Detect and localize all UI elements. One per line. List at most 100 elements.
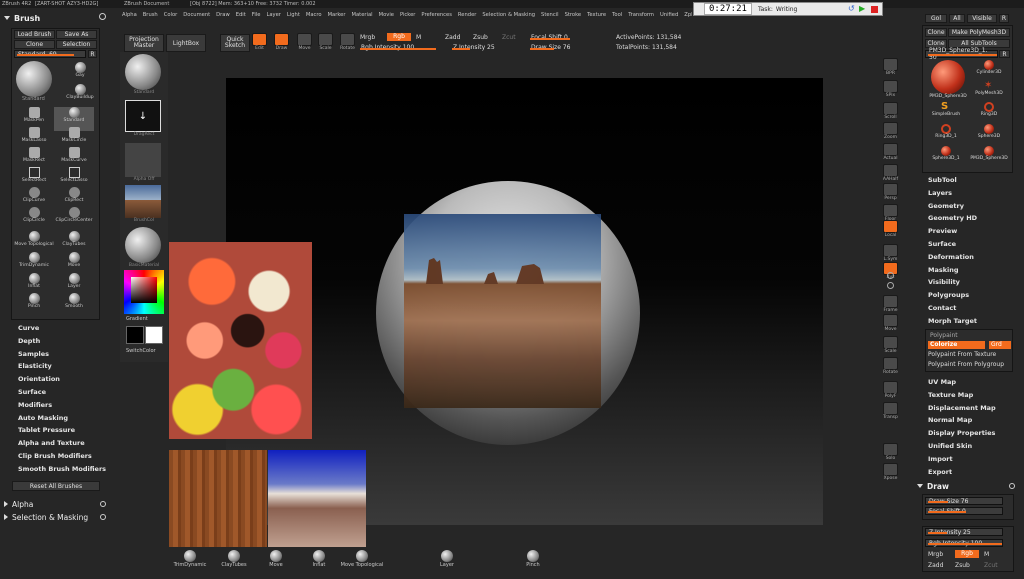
brush-section-item[interactable]: Alpha and Texture — [0, 437, 110, 450]
draw-size-slider[interactable]: Draw Size 76 — [528, 43, 608, 51]
shelf-button[interactable]: Actual — [881, 143, 900, 162]
wood-texture[interactable] — [169, 450, 267, 547]
tool-thumbnail[interactable]: Ring3D — [970, 102, 1008, 120]
switch-color-label[interactable]: SwitchColor — [126, 348, 156, 354]
alpha-palette-header[interactable]: Alpha — [0, 498, 110, 510]
tool-thumbnail[interactable]: Sphere3D — [970, 124, 1008, 142]
tool-section-item[interactable]: Geometry — [922, 200, 1013, 213]
header-toggle-button[interactable]: All — [949, 14, 965, 23]
polypaint-from-polygroup-button[interactable]: Polypaint From Polygroup — [928, 361, 1004, 368]
tray-texture[interactable]: BrushCol — [125, 185, 163, 225]
make-polymesh3d-button[interactable]: Make PolyMesh3D — [948, 28, 1010, 37]
menu-item[interactable]: Unified — [660, 12, 678, 22]
menu-item[interactable]: Light — [287, 12, 300, 22]
bottom-shelf-brush[interactable]: Inflat — [299, 550, 339, 574]
tray-material[interactable]: BasicMaterial — [125, 227, 163, 271]
gradient-sky-texture[interactable] — [268, 450, 366, 547]
tool-section-item[interactable]: Geometry HD — [922, 212, 1013, 225]
shelf-button[interactable]: Xpose — [881, 463, 900, 482]
zadd-palette-label[interactable]: Zadd — [928, 562, 943, 569]
header-toggle-button[interactable]: Gol — [925, 14, 947, 23]
bottom-shelf-brush[interactable]: Move Topological — [341, 550, 383, 574]
menu-item[interactable]: Tool — [612, 12, 622, 22]
shelf-button[interactable]: BPR — [881, 58, 900, 77]
tray-alpha[interactable]: Alpha Off — [125, 143, 163, 185]
lightbox-button[interactable]: LightBox — [166, 34, 206, 52]
z-intensity-palette-slider[interactable]: Z Intensity 25 — [925, 528, 1003, 536]
tool-thumbnail[interactable]: PM3D_Sphere3D — [970, 146, 1008, 164]
tool-thumbnail[interactable]: Cylinder3D — [970, 60, 1008, 78]
menu-item[interactable]: Picker — [400, 12, 415, 22]
brush-r-button[interactable]: R — [88, 50, 97, 58]
draw-palette-header[interactable]: Draw — [913, 480, 1019, 492]
mrgb-palette-label[interactable]: Mrgb — [928, 551, 943, 558]
tool-thumbnail[interactable]: Ring3D_1 — [926, 124, 966, 142]
polypaint-label[interactable]: Polypaint — [926, 330, 1012, 341]
menu-item[interactable]: Edit — [236, 12, 246, 22]
tool-section-item[interactable]: Import — [922, 453, 1013, 466]
brush-section-item[interactable]: Samples — [0, 348, 110, 361]
brush-section-item[interactable]: Modifiers — [0, 399, 110, 412]
colorize-toggle[interactable]: Colorize — [928, 341, 985, 349]
menu-item[interactable]: Layer — [266, 12, 280, 22]
shelf-button[interactable]: Frame — [881, 295, 900, 314]
projection-master-button[interactable]: Projection Master — [124, 34, 164, 52]
tool-scale-button[interactable]: Scale — [316, 33, 335, 52]
brush-slot[interactable]: Pinch — [14, 293, 54, 317]
menu-item[interactable]: Alpha — [122, 12, 137, 22]
tool-edit-button[interactable]: Edit — [250, 33, 269, 52]
clone-button[interactable]: Clone — [14, 40, 55, 49]
polypaint-from-texture-button[interactable]: Polypaint From Texture — [928, 351, 996, 358]
current-brush-thumbnail[interactable] — [16, 61, 52, 97]
brush-palette-header[interactable]: Brush — [0, 10, 110, 26]
tool-section-item[interactable]: Morph Target — [922, 315, 1013, 328]
tray-stroke[interactable]: ↓ DragRect — [125, 100, 163, 140]
quick-sketch-button[interactable]: Quick Sketch — [220, 34, 250, 52]
zcut-palette-label[interactable]: Zcut — [984, 562, 998, 569]
tool-section-item[interactable]: Displacement Map — [922, 402, 1013, 415]
brush-section-item[interactable]: Auto Masking — [0, 412, 110, 425]
grd-toggle[interactable]: Grd — [989, 341, 1011, 349]
selection-masking-header[interactable]: Selection & Masking — [0, 511, 110, 523]
tool-section-item[interactable]: Normal Map — [922, 414, 1013, 427]
brush-slot[interactable]: ClipCircleCenter — [54, 207, 94, 231]
menu-item[interactable]: Movie — [379, 12, 394, 22]
rgb-palette-toggle[interactable]: Rgb — [955, 550, 979, 558]
shelf-button[interactable]: SPix — [881, 80, 900, 99]
shelf-button[interactable]: Transp — [881, 402, 900, 421]
selection-button[interactable]: SelectIon — [56, 40, 97, 49]
tool-section-item[interactable]: Deformation — [922, 251, 1013, 264]
menu-item[interactable]: Render — [458, 12, 476, 22]
alpha-pin-icon[interactable] — [100, 501, 106, 507]
zsub-label[interactable]: Zsub — [473, 34, 488, 41]
brush-section-item[interactable]: Tablet Pressure — [0, 424, 110, 437]
tool-section-item[interactable]: Masking — [922, 264, 1013, 277]
tool-thumbnail[interactable]: PM3D_Sphere3D — [926, 60, 970, 104]
menu-item[interactable]: Brush — [143, 12, 158, 22]
timer-refresh-icon[interactable]: ↺ — [848, 5, 856, 13]
tool-section-item[interactable]: UV Map — [922, 376, 1013, 389]
menu-item[interactable]: Transform — [628, 12, 654, 22]
m-label[interactable]: M — [416, 34, 421, 41]
tool-slider[interactable]: PM3D_Sphere3D_1. 50 — [925, 47, 998, 61]
shelf-button[interactable]: Zoom — [881, 122, 900, 141]
shelf-button[interactable]: Solo — [881, 443, 900, 462]
menu-item[interactable]: Draw — [216, 12, 230, 22]
draw-pin-icon[interactable] — [1009, 483, 1015, 489]
menu-item[interactable]: Material — [352, 12, 373, 22]
shelf-button[interactable]: Local — [881, 220, 900, 239]
shelf-button[interactable]: L.Sym — [881, 244, 900, 263]
tool-section-item[interactable]: Surface — [922, 238, 1013, 251]
bottom-shelf-brush[interactable]: Layer — [427, 550, 467, 574]
shelf-button[interactable]: Rotate — [881, 357, 900, 376]
tool-move-button[interactable]: Move — [295, 33, 314, 52]
clone-tool-button[interactable]: Clone — [925, 28, 947, 37]
rgb-toggle[interactable]: Rgb — [387, 33, 411, 41]
task-value[interactable]: Writing — [776, 6, 797, 13]
brush-slot[interactable]: ClayBuildup — [60, 84, 100, 108]
menu-item[interactable]: Macro — [306, 12, 322, 22]
tool-section-item[interactable]: Preview — [922, 225, 1013, 238]
brush-slot[interactable]: ClipCircle — [14, 207, 54, 231]
menu-item[interactable]: Color — [164, 12, 178, 22]
brush-slot[interactable]: Gay — [60, 62, 100, 86]
